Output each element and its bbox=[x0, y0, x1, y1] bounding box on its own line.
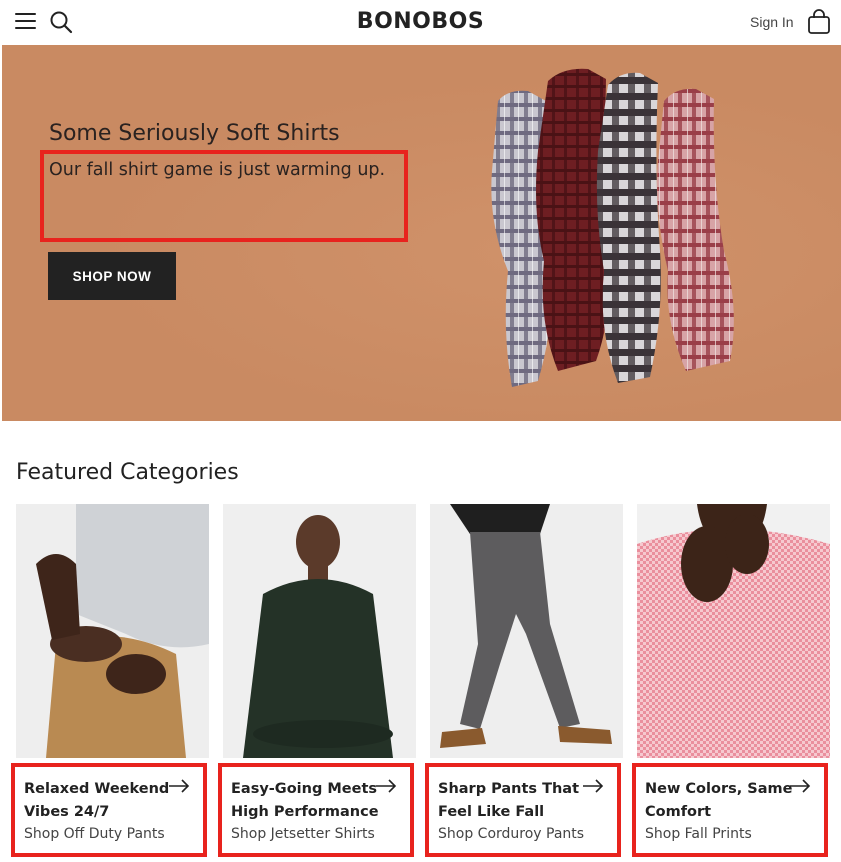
card-link[interactable]: Shop Fall Prints bbox=[645, 826, 752, 842]
shopping-bag-icon[interactable] bbox=[807, 9, 831, 35]
category-card-fall-prints[interactable]: New Colors, Same Comfort Shop Fall Print… bbox=[632, 504, 830, 857]
card-link[interactable]: Shop Jetsetter Shirts bbox=[231, 826, 375, 842]
arrow-right-icon bbox=[169, 779, 190, 793]
shop-now-button[interactable]: SHOP NOW bbox=[48, 252, 176, 300]
sign-in-link[interactable]: Sign In bbox=[750, 14, 794, 30]
arrow-right-icon bbox=[790, 779, 811, 793]
card-link[interactable]: Shop Off Duty Pants bbox=[24, 826, 165, 842]
hero-subtitle: Our fall shirt game is just warming up. bbox=[49, 160, 386, 180]
category-card-corduroy-pants[interactable]: Sharp Pants That Feel Like Fall Shop Cor… bbox=[425, 504, 623, 857]
card-title: Sharp Pants That Feel Like Fall bbox=[438, 781, 580, 820]
arrow-right-icon bbox=[583, 779, 604, 793]
brand-logo[interactable]: BONOBOS bbox=[0, 9, 841, 34]
category-card-off-duty-pants[interactable]: Relaxed Weekend Vibes 24/7 Shop Off Duty… bbox=[11, 504, 209, 857]
hero-shirts-image bbox=[491, 68, 734, 387]
card-image bbox=[223, 504, 416, 758]
hero-banner bbox=[2, 45, 841, 421]
card-title: Easy-Going Meets High Performance bbox=[231, 781, 379, 820]
card-image bbox=[637, 504, 830, 758]
site-header: BONOBOS Sign In bbox=[0, 0, 841, 45]
hero-title: Some Seriously Soft Shirts bbox=[49, 121, 340, 146]
card-link[interactable]: Shop Corduroy Pants bbox=[438, 826, 584, 842]
arrow-right-icon bbox=[376, 779, 397, 793]
card-image bbox=[16, 504, 209, 758]
category-card-jetsetter-shirts[interactable]: Easy-Going Meets High Performance Shop J… bbox=[218, 504, 416, 857]
card-title: New Colors, Same Comfort bbox=[645, 781, 793, 820]
featured-categories-heading: Featured Categories bbox=[16, 460, 239, 485]
card-title: Relaxed Weekend Vibes 24/7 bbox=[24, 781, 170, 820]
card-image bbox=[430, 504, 623, 758]
